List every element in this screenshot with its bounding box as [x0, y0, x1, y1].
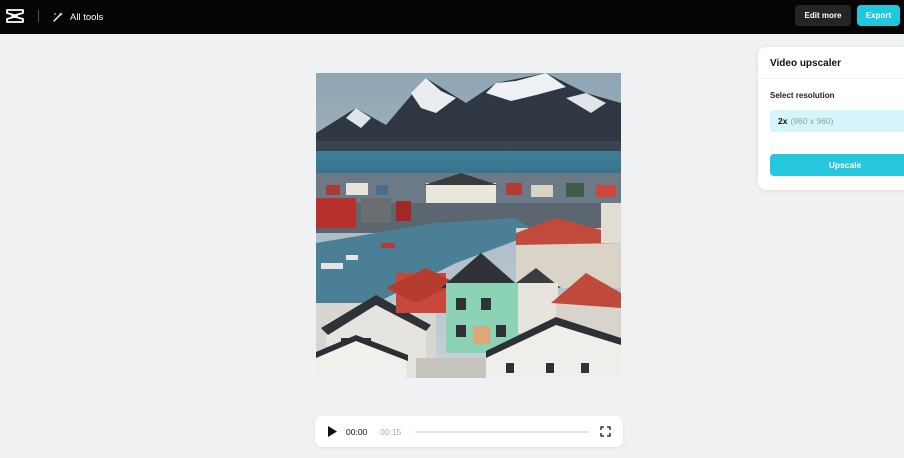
select-resolution-label: Select resolution	[770, 91, 835, 100]
resolution-multiplier: 2x	[778, 116, 788, 126]
play-icon[interactable]	[327, 426, 337, 437]
export-button[interactable]: Export	[857, 5, 900, 26]
upscale-button[interactable]: Upscale	[770, 154, 904, 176]
panel-divider	[758, 78, 904, 79]
all-tools-button[interactable]: All tools	[52, 8, 103, 26]
current-time: 00:00	[346, 427, 368, 437]
video-frame-image	[316, 73, 621, 378]
resolution-option-2x[interactable]: 2x (960 x 960)	[770, 110, 904, 132]
magic-wand-icon	[53, 12, 63, 22]
video-player-controls: 00:00 00:15	[315, 416, 623, 447]
top-bar: All tools Edit more Export	[0, 0, 904, 34]
edit-more-button[interactable]: Edit more	[795, 5, 851, 26]
panel-title: Video upscaler	[770, 58, 841, 69]
resolution-dimensions: (960 x 960)	[790, 116, 834, 126]
all-tools-label: All tools	[70, 11, 104, 23]
total-time: 00:15	[380, 427, 402, 437]
progress-bar[interactable]	[415, 431, 589, 433]
topbar-divider	[38, 10, 39, 22]
capcut-logo-icon[interactable]	[6, 8, 24, 24]
video-upscaler-panel: Video upscaler Select resolution 2x (960…	[758, 47, 904, 190]
fullscreen-icon[interactable]	[600, 426, 611, 437]
video-preview[interactable]	[316, 73, 621, 378]
